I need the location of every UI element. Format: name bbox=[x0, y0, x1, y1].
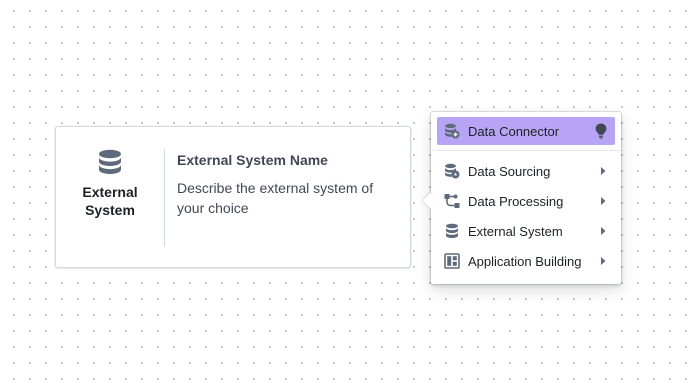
caret-right-icon bbox=[601, 227, 606, 235]
node-type-menu: Data Connector Data Sourcing Data Proces… bbox=[431, 112, 621, 281]
database-icon bbox=[99, 149, 121, 174]
menu-item-data-processing[interactable]: Data Processing bbox=[437, 186, 615, 216]
menu-item-label: Data Sourcing bbox=[468, 163, 551, 179]
node-type-label-line1: External bbox=[82, 184, 138, 200]
node-type: External System bbox=[56, 149, 164, 219]
node-body: External System Name Describe the extern… bbox=[177, 151, 395, 218]
data-sourcing-icon bbox=[445, 163, 460, 179]
menu-item-external-system[interactable]: External System bbox=[437, 216, 615, 246]
menu-item-data-connector[interactable]: Data Connector bbox=[437, 117, 615, 145]
node-title[interactable]: External System Name bbox=[177, 151, 395, 169]
menu-item-label: Application Building bbox=[468, 253, 582, 269]
external-system-node[interactable]: External System External System Name Des… bbox=[55, 126, 411, 268]
caret-right-icon bbox=[601, 257, 606, 265]
node-type-popover: Data Connector Data Sourcing Data Proces… bbox=[422, 112, 621, 284]
node-description[interactable]: Describe the external system of your cho… bbox=[177, 178, 395, 218]
menu-item-label: Data Processing bbox=[468, 193, 564, 209]
menu-divider bbox=[431, 150, 621, 151]
node-type-label-line2: System bbox=[85, 202, 135, 218]
menu-item-application-building[interactable]: Application Building bbox=[437, 246, 615, 276]
menu-item-label: Data Connector bbox=[468, 123, 560, 139]
application-building-icon bbox=[444, 253, 460, 269]
menu-item-data-sourcing[interactable]: Data Sourcing bbox=[437, 156, 615, 186]
node-divider bbox=[164, 149, 165, 246]
data-connector-icon bbox=[445, 123, 460, 139]
menu-item-label: External System bbox=[468, 223, 563, 239]
database-icon bbox=[446, 223, 458, 238]
data-processing-icon bbox=[444, 194, 460, 208]
caret-right-icon bbox=[601, 167, 606, 175]
caret-right-icon bbox=[601, 197, 606, 205]
lightbulb-icon[interactable] bbox=[595, 123, 607, 139]
